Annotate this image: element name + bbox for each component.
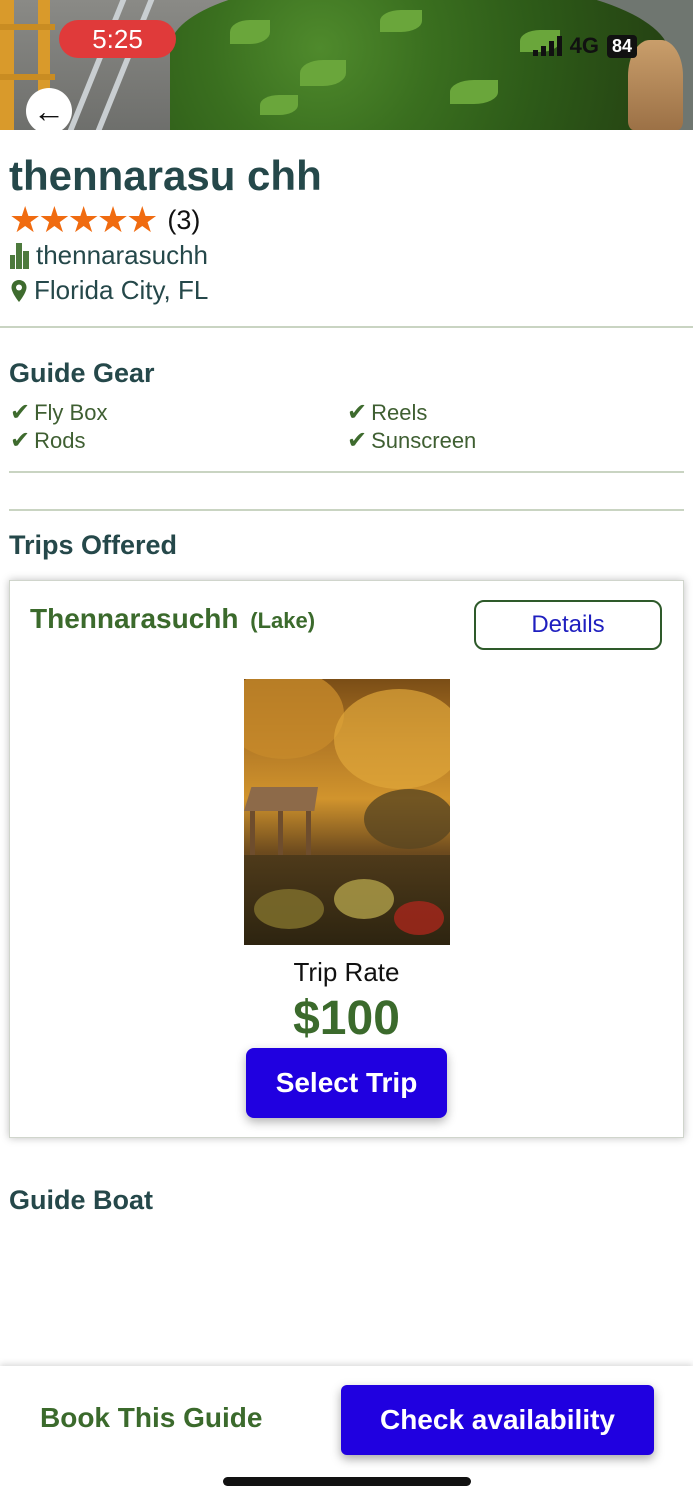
guide-username: thennarasuchh <box>36 240 209 270</box>
gear-label: Reels <box>371 399 428 425</box>
check-icon: ✔ <box>347 399 368 426</box>
check-icon: ✔ <box>10 399 31 426</box>
gear-item: ✔ Rods <box>10 426 85 455</box>
trip-type: (Lake) <box>250 608 316 633</box>
gear-label: Sunscreen <box>371 427 477 453</box>
home-indicator[interactable] <box>223 1477 471 1486</box>
battery-icon: 84 <box>606 34 637 58</box>
location-pin-icon <box>11 279 27 302</box>
gear-label: Fly Box <box>34 399 108 425</box>
guide-boat-title: Guide Boat <box>9 1185 154 1215</box>
details-button[interactable]: Details <box>474 600 662 650</box>
username-row: thennarasuchh <box>10 240 208 271</box>
rating-count[interactable]: (3) <box>167 205 200 236</box>
building-icon <box>10 242 30 269</box>
guide-name: thennarasu chh <box>9 152 322 199</box>
guide-gear-title: Guide Gear <box>9 358 155 388</box>
rating: ★★★★★ (3) <box>9 202 200 238</box>
book-this-guide-label: Book This Guide <box>40 1402 263 1433</box>
gear-item: ✔ Fly Box <box>10 398 107 427</box>
divider <box>9 509 684 511</box>
trip-card: Thennarasuchh (Lake) Details Trip Rate $… <box>9 580 684 1138</box>
star-rating-icon: ★★★★★ <box>9 199 158 240</box>
trip-price: $100 <box>293 992 400 1045</box>
select-trip-button[interactable]: Select Trip <box>246 1048 447 1118</box>
check-availability-button[interactable]: Check availability <box>341 1385 654 1455</box>
signal-icon <box>532 36 562 56</box>
divider <box>9 471 684 473</box>
guide-location: Florida City, FL <box>34 275 209 305</box>
gear-label: Rods <box>34 427 86 453</box>
trips-offered-title: Trips Offered <box>9 530 178 560</box>
gear-item: ✔ Sunscreen <box>347 426 476 455</box>
trip-rate-label: Trip Rate <box>293 957 400 987</box>
status-indicators: 4G 84 <box>532 33 637 59</box>
trip-photo <box>244 679 450 945</box>
check-icon: ✔ <box>10 427 31 454</box>
gear-item: ✔ Reels <box>347 398 427 427</box>
trip-name-row: Thennarasuchh (Lake) <box>30 603 315 635</box>
divider <box>0 326 693 328</box>
location-row: Florida City, FL <box>10 275 208 306</box>
network-type: 4G <box>569 33 599 58</box>
arrow-left-icon: ← <box>33 93 65 129</box>
check-icon: ✔ <box>347 427 368 454</box>
trip-name: Thennarasuchh <box>30 603 239 634</box>
back-button[interactable]: ← <box>26 88 72 134</box>
bottom-bar: Book This Guide Check availability <box>0 1366 693 1500</box>
status-time: 5:25 <box>59 20 176 58</box>
